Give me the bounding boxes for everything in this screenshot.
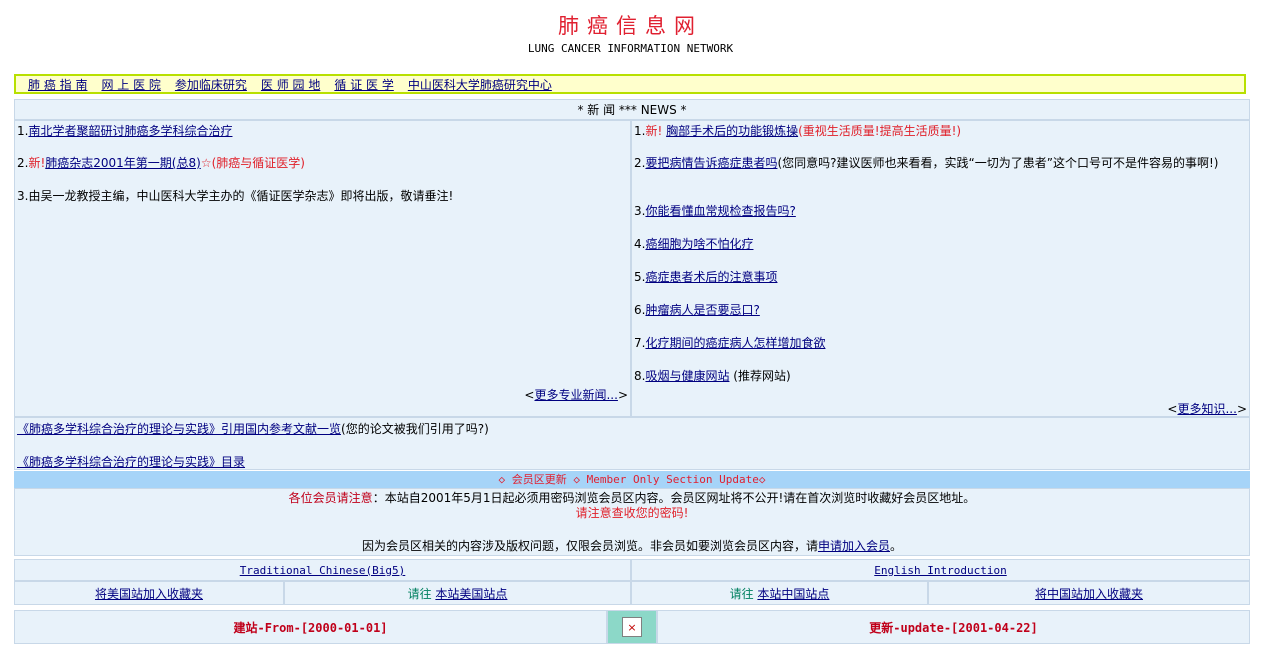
list-item: 3.你能看懂血常规检查报告吗? — [634, 204, 796, 218]
list-item: 1.新! 胸部手术后的功能锻炼操(重视生活质量!提高生活质量!) — [634, 124, 962, 138]
list-item: 《肺癌多学科综合治疗的理论与实践》引用国内参考文献一览(您的论文被我们引用了吗?… — [17, 422, 489, 436]
nav-online-hospital[interactable]: 网 上 医 院 — [101, 76, 160, 93]
main-nav: 肺 癌 指 南 网 上 医 院 参加临床研究 医 师 园 地 循 证 医 学 中… — [14, 74, 1246, 94]
last-update-date: 更新-update-[2001-04-22] — [869, 620, 1038, 635]
knowledge-link[interactable]: 胸部手术后的功能锻炼操 — [666, 124, 798, 138]
broken-image-icon: × — [622, 617, 642, 637]
list-item: 1.南北学者聚韶研讨肺癌多学科综合治疗 — [17, 124, 233, 138]
knowledge-link[interactable]: 你能看懂血常规检查报告吗? — [645, 204, 795, 218]
us-site-link[interactable]: 本站美国站点 — [435, 585, 507, 602]
knowledge-link[interactable]: 癌细胞为啥不怕化疗 — [645, 237, 753, 251]
news-header: * 新 闻 *** NEWS * — [14, 99, 1250, 120]
news-header-label: * 新 闻 *** NEWS * — [577, 103, 687, 117]
star-icon: ☆ — [200, 156, 212, 170]
member-update-label: ◇ 会员区更新 ◇ Member Only Section Update◇ — [498, 473, 766, 486]
new-badge: 新! — [645, 124, 663, 138]
news-link[interactable]: 肺癌杂志2001年第一期(总8) — [45, 156, 201, 170]
nav-research-center[interactable]: 中山医科大学肺癌研究中心 — [408, 76, 552, 93]
nav-evidence-based-medicine[interactable]: 循 证 医 学 — [334, 76, 393, 93]
site-links-row: 将美国站加入收藏夹 请往 本站美国站点 请往 本站中国站点 将中国站加入收藏夹 — [14, 581, 1250, 605]
list-item: 6.肿瘤病人是否要忌口? — [634, 303, 760, 317]
join-member-link[interactable]: 申请加入会员 — [818, 539, 890, 553]
english-intro-link[interactable]: English Introduction — [874, 564, 1006, 577]
member-notice: 各位会员请注意：本站自2001年5月1日起必须用密码浏览会员区内容。会员区网址将… — [288, 491, 976, 505]
news-link[interactable]: 南北学者聚韶研讨肺癌多学科综合治疗 — [28, 124, 232, 138]
site-founded-date: 建站-From-[2000-01-01] — [233, 620, 388, 635]
more-knowledge-link[interactable]: <更多知识...> — [1167, 400, 1247, 417]
list-item: 4.癌细胞为啥不怕化疗 — [634, 237, 754, 251]
site-title: 肺癌信息网 — [558, 14, 703, 38]
list-item: 《肺癌多学科综合治疗的理论与实践》目录 — [17, 453, 245, 470]
member-notice-panel: 各位会员请注意：本站自2001年5月1日起必须用密码浏览会员区内容。会员区网址将… — [14, 488, 1250, 556]
list-item: 3.由吴一龙教授主编，中山医科大学主办的《循证医学杂志》即将出版，敬请垂注! — [17, 189, 454, 203]
list-item: 8.吸烟与健康网站 (推荐网站) — [634, 369, 791, 383]
site-header: 肺癌信息网 LUNG CANCER INFORMATION NETWORK — [0, 10, 1261, 55]
list-item: 2.新!肺癌杂志2001年第一期(总8)☆(肺癌与循证医学) — [17, 156, 305, 170]
knowledge-link[interactable]: 癌症患者术后的注意事项 — [645, 270, 777, 284]
nav-lung-cancer-guide[interactable]: 肺 癌 指 南 — [28, 76, 87, 93]
footer-row: 建站-From-[2000-01-01] × 更新-update-[2001-0… — [14, 610, 1250, 644]
knowledge-panel: 1.新! 胸部手术后的功能锻炼操(重视生活质量!提高生活质量!) 2.要把病情告… — [631, 120, 1250, 417]
knowledge-link[interactable]: 吸烟与健康网站 — [645, 369, 729, 383]
member-update-bar: ◇ 会员区更新 ◇ Member Only Section Update◇ — [14, 471, 1250, 488]
knowledge-link[interactable]: 要把病情告诉癌症患者吗 — [645, 156, 777, 170]
list-item: 2.要把病情告诉癌症患者吗(您同意吗?建议医师也来看看，实践“一切为了患者”这个… — [634, 156, 1219, 170]
new-badge: 新! — [28, 156, 46, 170]
china-site-link[interactable]: 本站中国站点 — [757, 585, 829, 602]
knowledge-link[interactable]: 肿瘤病人是否要忌口? — [645, 303, 759, 317]
site-subtitle: LUNG CANCER INFORMATION NETWORK — [527, 42, 734, 55]
list-item: 7.化疗期间的癌症病人怎样增加食欲 — [634, 336, 826, 350]
copyright-notice: 因为会员区相关的内容涉及版权问题，仅限会员浏览。非会员如要浏览会员区内容，请申请… — [361, 539, 903, 553]
more-news-link[interactable]: <更多专业新闻...> — [524, 386, 628, 403]
knowledge-link[interactable]: 化疗期间的癌症病人怎样增加食欲 — [645, 336, 825, 350]
nav-clinical-research[interactable]: 参加临床研究 — [175, 76, 247, 93]
professional-news-panel: 1.南北学者聚韶研讨肺癌多学科综合治疗 2.新!肺癌杂志2001年第一期(总8)… — [14, 120, 631, 417]
contents-link[interactable]: 《肺癌多学科综合治疗的理论与实践》目录 — [17, 455, 245, 469]
bookmark-us-site-link[interactable]: 将美国站加入收藏夹 — [95, 585, 203, 602]
references-panel: 《肺癌多学科综合治疗的理论与实践》引用国内参考文献一览(您的论文被我们引用了吗?… — [14, 417, 1250, 470]
references-link[interactable]: 《肺癌多学科综合治疗的理论与实践》引用国内参考文献一览 — [17, 422, 341, 436]
bookmark-china-site-link[interactable]: 将中国站加入收藏夹 — [1035, 585, 1143, 602]
language-row: Traditional Chinese(Big5) English Introd… — [14, 559, 1250, 581]
big5-link[interactable]: Traditional Chinese(Big5) — [240, 564, 406, 577]
list-item: 5.癌症患者术后的注意事项 — [634, 270, 778, 284]
nav-physicians-garden[interactable]: 医 师 园 地 — [261, 76, 320, 93]
password-note: 请注意查收您的密码! — [575, 506, 689, 520]
